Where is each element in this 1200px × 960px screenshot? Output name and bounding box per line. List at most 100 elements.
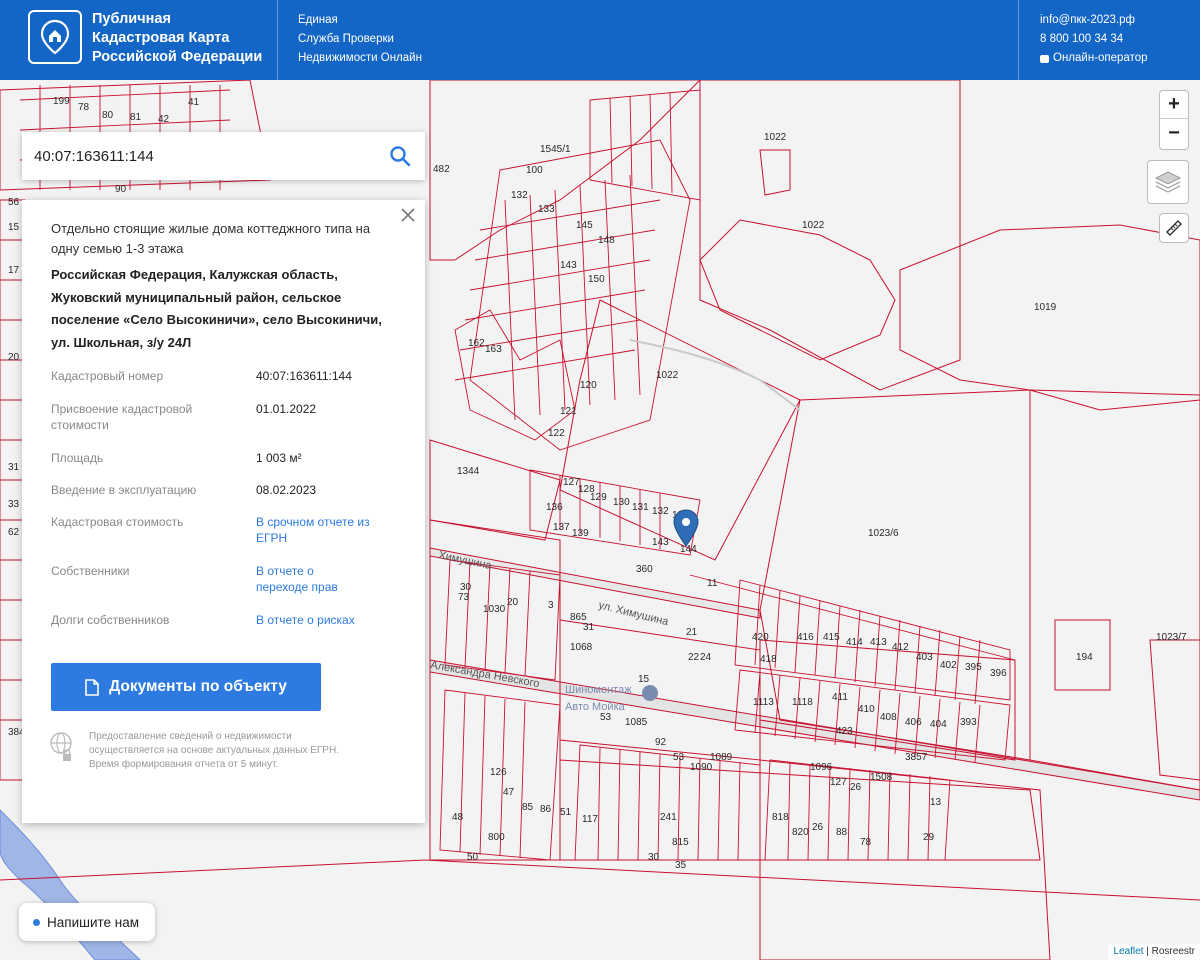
svg-text:800: 800 [488,832,505,843]
measure-button[interactable] [1159,213,1189,243]
svg-text:406: 406 [905,717,922,728]
svg-text:420: 420 [752,632,769,643]
svg-text:423: 423 [836,726,853,737]
svg-text:20: 20 [8,352,20,363]
search-input[interactable] [34,144,374,168]
chat-widget-button[interactable]: Напишите нам [19,903,155,941]
owner-debts-label: Долги собственников [51,613,170,627]
svg-text:1090: 1090 [690,762,713,773]
cadastral-value-link[interactable]: В срочном отчете из ЕГРН [256,514,371,546]
svg-text:143: 143 [652,537,669,548]
service-line: Единая [298,14,338,26]
svg-text:162: 162 [468,338,485,349]
svg-text:194: 194 [1076,652,1093,663]
svg-text:415: 415 [823,632,840,643]
svg-text:815: 815 [672,837,689,848]
cadastral-value-label: Кадастровая стоимость [51,515,184,529]
svg-text:Авто Мойка: Авто Мойка [565,701,626,713]
svg-text:51: 51 [560,807,572,818]
svg-text:199: 199 [53,96,70,107]
svg-text:410: 410 [858,704,875,715]
svg-text:360: 360 [636,564,653,575]
header-divider [277,0,278,80]
layers-icon [1154,171,1182,193]
leaflet-link[interactable]: Leaflet [1113,946,1143,957]
zoom-out-button[interactable]: − [1160,119,1188,147]
svg-text:48: 48 [452,812,464,823]
cadastral-number-value: 40:07:163611:144 [256,369,352,383]
svg-text:24: 24 [700,652,712,663]
svg-text:47: 47 [503,787,515,798]
svg-text:62: 62 [8,527,20,538]
svg-text:20: 20 [507,597,519,608]
svg-text:90: 90 [115,184,127,195]
documents-button[interactable]: Документы по объекту [51,663,321,711]
commissioning-value: 08.02.2023 [256,483,317,497]
svg-text:1019: 1019 [1034,302,1057,313]
svg-text:143: 143 [560,260,577,271]
svg-text:414: 414 [846,637,863,648]
zoom-control: + − [1159,90,1189,150]
svg-text:85: 85 [522,802,534,813]
zoom-in-button[interactable]: + [1160,91,1188,119]
online-operator-link[interactable]: Онлайн-оператор [1040,49,1148,68]
brand-line: Публичная [92,11,171,27]
svg-text:78: 78 [78,102,90,113]
svg-text:41: 41 [188,97,200,108]
cadastral-search-box [22,132,425,180]
svg-text:126: 126 [490,767,507,778]
svg-text:13: 13 [930,797,942,808]
svg-text:416: 416 [797,632,814,643]
svg-text:78: 78 [860,837,872,848]
svg-text:15: 15 [8,222,20,233]
svg-text:30: 30 [460,582,472,593]
svg-text:3: 3 [548,600,554,611]
svg-text:1022: 1022 [764,132,787,143]
map-attribution: Leaflet | Rosreestr [1108,944,1200,960]
svg-text:11: 11 [707,578,718,589]
logo[interactable] [28,10,82,64]
service-line: Недвижимости Онлайн [298,52,422,64]
svg-text:33: 33 [8,499,20,510]
area-label: Площадь [51,451,104,465]
owners-link[interactable]: В отчете о переходе прав [256,563,366,595]
email-link[interactable]: info@пкк-2023.рф [1040,11,1148,30]
header-divider [1018,0,1019,80]
svg-text:31: 31 [583,622,595,633]
layers-button[interactable] [1147,160,1189,204]
svg-text:21: 21 [686,627,698,638]
svg-text:50: 50 [467,852,479,863]
parcel-land-use: Отдельно стоящие жилые дома коттеджного … [51,221,371,256]
documents-button-label: Документы по объекту [109,678,287,695]
svg-text:137: 137 [553,522,570,533]
operator-label: Онлайн-оператор [1053,52,1148,64]
phone-link[interactable]: 8 800 100 34 34 [1040,30,1148,49]
svg-text:1096: 1096 [810,762,833,773]
svg-text:92: 92 [655,737,667,748]
svg-text:53: 53 [600,712,612,723]
owner-debts-link[interactable]: В отчете о рисках [256,612,406,628]
selected-parcel-marker-icon [673,509,699,547]
svg-text:1085: 1085 [625,717,648,728]
svg-text:30: 30 [648,852,660,863]
contacts: info@пкк-2023.рф 8 800 100 34 34 Онлайн-… [1040,11,1148,68]
svg-text:122: 122 [548,428,565,439]
svg-text:403: 403 [916,652,933,663]
svg-text:818: 818 [772,812,789,823]
brand-title: Публичная Кадастровая Карта Российской Ф… [92,10,262,67]
document-icon [85,678,99,696]
svg-text:482: 482 [433,164,450,175]
valuation-date-value: 01.01.2022 [256,402,317,416]
svg-text:411: 411 [832,692,848,703]
svg-text:418: 418 [760,654,777,665]
close-icon[interactable] [401,208,415,222]
search-icon[interactable] [389,145,411,167]
svg-text:127: 127 [830,777,847,788]
svg-text:26: 26 [812,822,824,833]
svg-text:1508: 1508 [870,772,893,783]
svg-text:120: 120 [580,380,597,391]
svg-text:73: 73 [458,592,470,603]
service-title: Единая Служба Проверки Недвижимости Онла… [298,11,422,68]
brand-line: Российской Федерации [92,49,263,65]
cadastral-number-label: Кадастровый номер [51,369,164,383]
